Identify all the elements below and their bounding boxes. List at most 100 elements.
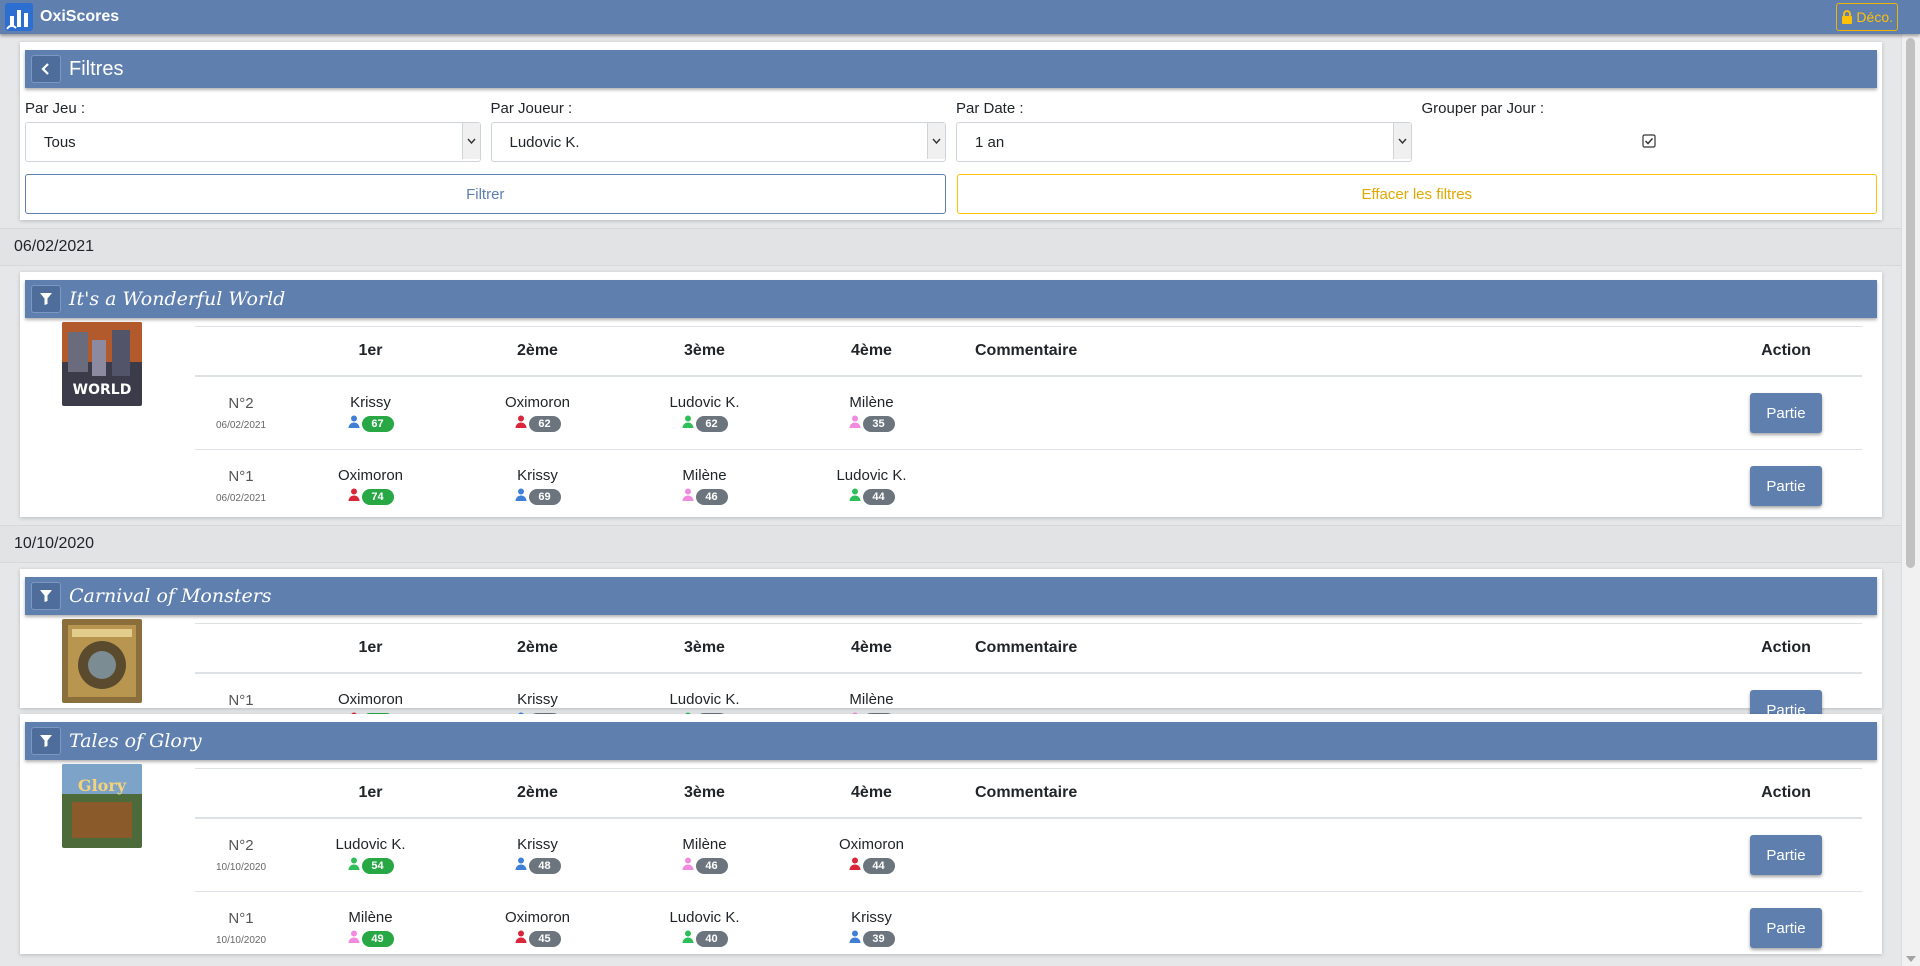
match-number-cell: N°2 06/02/2021 xyxy=(195,376,287,450)
date-group-header: 06/02/2021 xyxy=(0,228,1902,266)
player-cell: Krissy 48 xyxy=(454,818,621,892)
date-select[interactable]: 1 an xyxy=(956,122,1412,162)
partie-button[interactable]: Partie xyxy=(1750,393,1822,433)
match-number-cell: N°1 06/02/2021 xyxy=(195,450,287,523)
game-card: Carnival of Monsters 1er 2ème 3ème 4ème xyxy=(20,569,1882,730)
player-cell: Ludovic K. 54 xyxy=(287,818,454,892)
score-badge: 48 xyxy=(528,857,561,874)
comment-cell xyxy=(955,818,1710,892)
logout-button[interactable]: Déco. xyxy=(1836,3,1898,31)
player-score: 54 xyxy=(348,857,394,874)
game-cover-image xyxy=(62,619,142,703)
chevron-down-icon xyxy=(927,123,945,159)
scroll-down-icon[interactable] xyxy=(1906,956,1916,962)
cover-text: Glory xyxy=(78,776,127,795)
player-name: Oximoron xyxy=(337,691,404,708)
scores-table: 1er 2ème 3ème 4ème Commentaire Action N°… xyxy=(195,768,1862,964)
user-icon xyxy=(348,415,360,432)
score-badge: 45 xyxy=(528,930,561,947)
scrollbar-thumb[interactable] xyxy=(1906,38,1915,568)
filters-header: Filtres xyxy=(25,50,1877,88)
match-rows: N°2 06/02/2021 Krissy 67 Oximoron 62 Ludovic K… xyxy=(195,376,1862,522)
date-group-header: 10/10/2020 xyxy=(0,525,1902,563)
col-fourth: 4ème xyxy=(788,623,955,674)
player-name: Milène xyxy=(682,836,727,853)
group-filter-label: Grouper par Jour : xyxy=(1421,100,1545,117)
match-rows: N°2 10/10/2020 Ludovic K. 54 Krissy 48 Milène 4… xyxy=(195,818,1862,964)
col-action: Action xyxy=(1710,768,1862,819)
col-fourth: 4ème xyxy=(788,326,955,377)
player-select[interactable]: Ludovic K. xyxy=(490,122,946,162)
player-cell: Krissy 69 xyxy=(454,450,621,523)
partie-button[interactable]: Partie xyxy=(1750,835,1822,875)
filter-icon xyxy=(40,590,52,602)
brand[interactable]: OxiScores xyxy=(4,0,119,34)
logout-label: Déco. xyxy=(1856,9,1893,25)
table-header-row: 1er 2ème 3ème 4ème Commentaire Action xyxy=(195,623,1862,674)
action-cell: Partie xyxy=(1710,892,1862,965)
col-number xyxy=(195,768,287,819)
lock-icon xyxy=(1842,10,1853,24)
player-score: 62 xyxy=(515,415,561,432)
user-icon xyxy=(515,857,527,874)
filter-game-button[interactable] xyxy=(31,285,61,313)
user-icon xyxy=(849,488,861,505)
user-icon xyxy=(348,488,360,505)
filter-button[interactable]: Filtrer xyxy=(25,174,946,214)
partie-button[interactable]: Partie xyxy=(1750,908,1822,948)
player-score: 46 xyxy=(682,857,728,874)
player-name: Milène xyxy=(849,394,894,411)
player-name: Milène xyxy=(682,467,727,484)
player-name: Krissy xyxy=(517,691,558,708)
match-number: N°1 xyxy=(228,692,254,709)
app-logo-icon xyxy=(5,3,33,31)
group-by-day-checkbox[interactable] xyxy=(1422,122,1878,160)
user-icon xyxy=(682,488,694,505)
match-number-cell: N°1 10/10/2020 xyxy=(195,892,287,965)
player-cell: Milène 46 xyxy=(621,818,788,892)
filter-game-button[interactable] xyxy=(31,727,61,755)
score-badge: 40 xyxy=(695,930,728,947)
collapse-filters-button[interactable] xyxy=(31,55,61,83)
player-name: Ludovic K. xyxy=(836,467,907,484)
col-comment: Commentaire xyxy=(955,326,1710,377)
game-cover-image: WORLD xyxy=(62,322,142,406)
player-score: 49 xyxy=(348,930,394,947)
player-name: Oximoron xyxy=(504,909,571,926)
player-name: Krissy xyxy=(350,394,391,411)
comment-cell xyxy=(955,376,1710,450)
player-cell: Ludovic K. 62 xyxy=(621,376,788,450)
game-card: Tales of Glory Glory 1er 2ème 3ème 4ème … xyxy=(20,714,1882,954)
player-score: 44 xyxy=(849,857,895,874)
player-score: 40 xyxy=(682,930,728,947)
match-row: N°2 10/10/2020 Ludovic K. 54 Krissy 48 Milène 4… xyxy=(195,818,1862,892)
filter-game-button[interactable] xyxy=(31,582,61,610)
score-badge: 44 xyxy=(862,857,895,874)
score-badge: 35 xyxy=(862,415,895,432)
player-name: Oximoron xyxy=(504,394,571,411)
clear-filters-button[interactable]: Effacer les filtres xyxy=(956,174,1877,214)
vertical-scrollbar[interactable] xyxy=(1901,0,1920,966)
game-select[interactable]: Tous xyxy=(25,122,481,162)
match-date: 10/10/2020 xyxy=(215,935,267,946)
partie-button[interactable]: Partie xyxy=(1750,466,1822,506)
col-third: 3ème xyxy=(621,768,788,819)
player-score: 35 xyxy=(849,415,895,432)
col-first: 1er xyxy=(287,768,454,819)
match-date: 10/10/2020 xyxy=(215,862,267,873)
match-date: 06/02/2021 xyxy=(215,420,267,431)
col-comment: Commentaire xyxy=(955,768,1710,819)
cover-text: WORLD xyxy=(73,382,132,398)
player-name: Oximoron xyxy=(337,467,404,484)
game-body: Glory 1er 2ème 3ème 4ème Commentaire Act… xyxy=(20,752,1882,964)
user-icon xyxy=(515,488,527,505)
player-name: Ludovic K. xyxy=(335,836,406,853)
comment-cell xyxy=(955,892,1710,965)
col-second: 2ème xyxy=(454,768,621,819)
game-title: Carnival of Monsters xyxy=(69,585,272,607)
user-icon xyxy=(849,415,861,432)
score-badge: 69 xyxy=(528,488,561,505)
player-name: Oximoron xyxy=(838,836,905,853)
player-cell: Ludovic K. 40 xyxy=(621,892,788,965)
player-cell: Oximoron 45 xyxy=(454,892,621,965)
